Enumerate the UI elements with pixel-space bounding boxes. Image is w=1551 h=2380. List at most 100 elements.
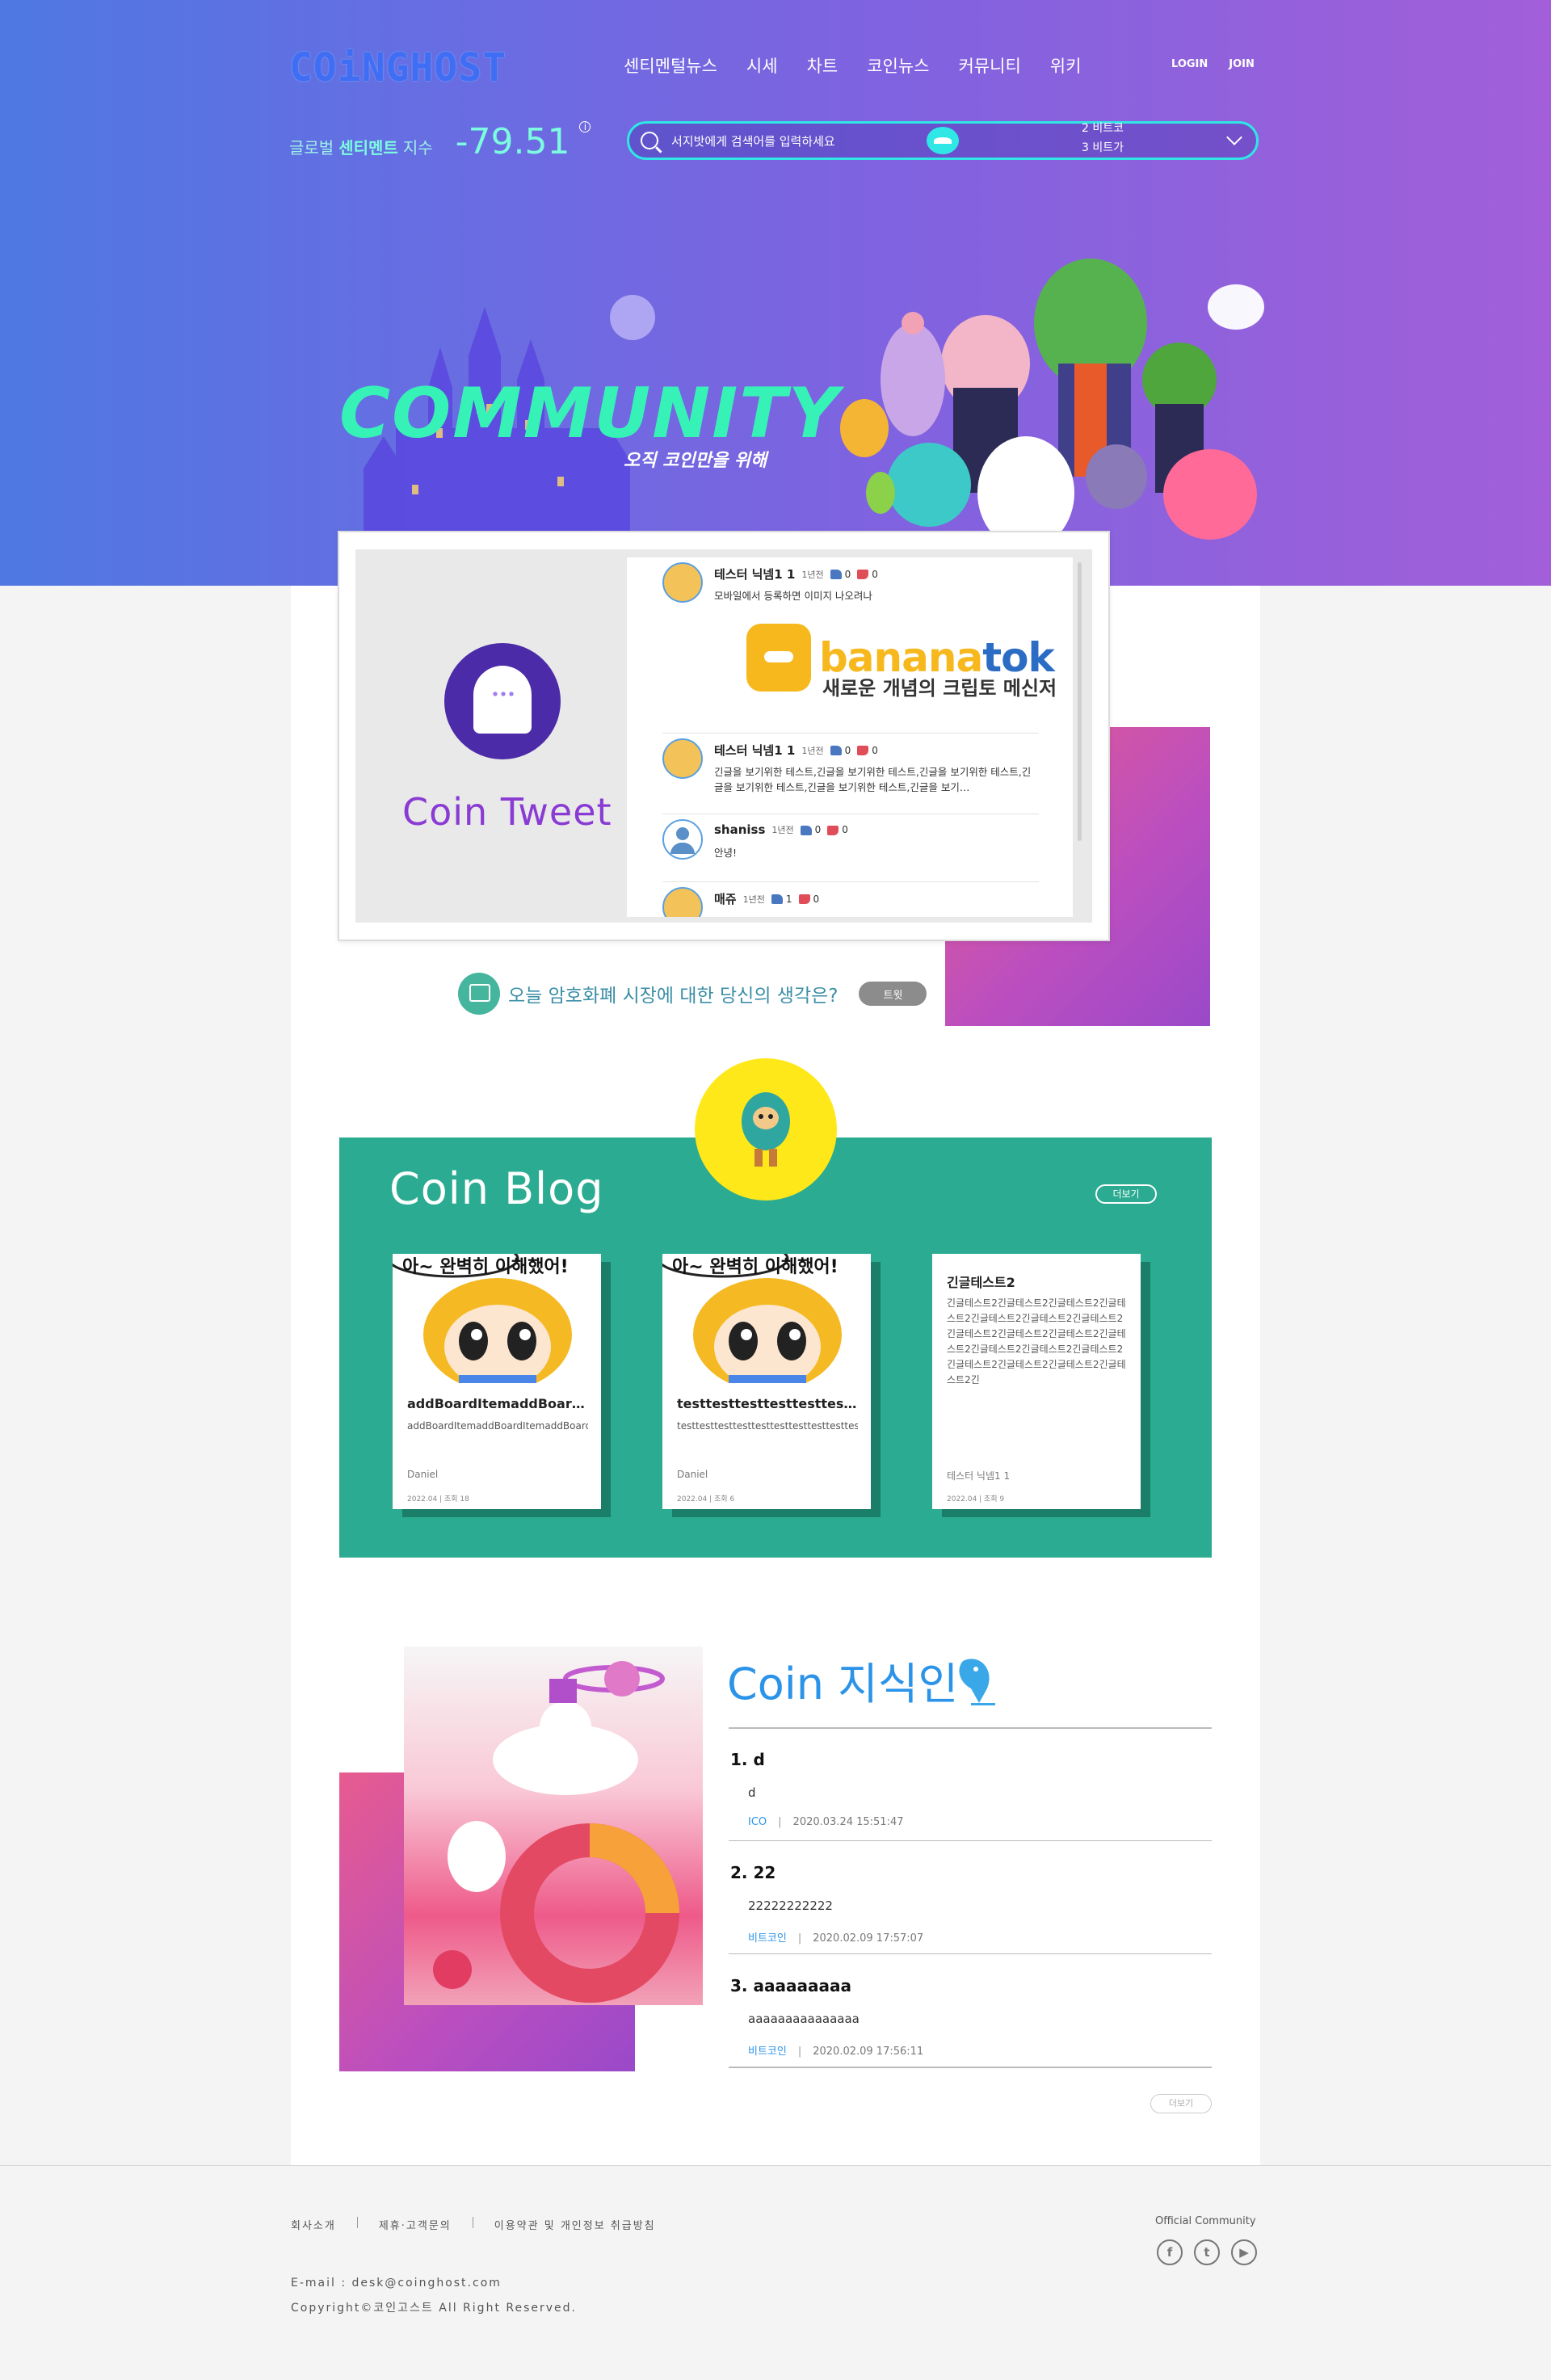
tweet-time: 1년전 xyxy=(801,745,824,756)
login-link[interactable]: LOGIN xyxy=(1171,58,1208,70)
dislike-count: 0 xyxy=(813,893,820,905)
question-category[interactable]: 비트코인 xyxy=(748,2046,787,2058)
ranking-item[interactable]: 3 비트가 xyxy=(1082,138,1195,158)
footer-link-company[interactable]: 회사소개 xyxy=(291,2217,336,2232)
dislike-button[interactable]: 0 xyxy=(798,893,820,905)
dislike-button[interactable]: 0 xyxy=(827,824,848,835)
site-logo[interactable]: COiNGHOST xyxy=(289,45,506,90)
like-button[interactable]: 1 xyxy=(771,894,792,905)
footer-links: 회사소개 제휴·고객문의 이용약관 및 개인정보 취급방침 xyxy=(291,2217,656,2232)
hero-banner xyxy=(0,0,1551,586)
like-button[interactable]: 0 xyxy=(830,745,851,756)
question-date: 2020.02.09 17:57:07 xyxy=(813,1932,924,1945)
tweet-nickname[interactable]: shaniss xyxy=(714,822,765,837)
tweet-prompt-text[interactable]: 오늘 암호화폐 시장에 대한 당신의 생각은? xyxy=(508,980,838,1007)
ghost-icon xyxy=(444,643,561,759)
avatar[interactable] xyxy=(662,738,703,779)
chevron-down-icon[interactable] xyxy=(1226,129,1242,145)
knowledge-item[interactable]: 3. aaaaaaaaa aaaaaaaaaaaaaaa 비트코인 | 2020.0… xyxy=(729,1976,1212,2067)
search-icon[interactable] xyxy=(641,132,658,149)
blog-card-image: 아~ 완벽히 이해했어! xyxy=(393,1254,601,1383)
dislike-count: 0 xyxy=(872,744,878,756)
like-count: 1 xyxy=(785,893,792,905)
avatar[interactable] xyxy=(662,562,703,603)
knowledge-item[interactable]: 1. d d ICO | 2020.03.24 15:51:47 xyxy=(729,1750,1212,1840)
ghost-logo-icon[interactable] xyxy=(927,127,959,154)
join-link[interactable]: JOIN xyxy=(1229,58,1255,70)
bananatok-image[interactable]: bananatok 새로운 개념의 크립토 메신저 xyxy=(746,624,1057,700)
tweet-nickname[interactable]: 테스터 닉넴1 1 xyxy=(714,742,795,759)
footer-link-contact[interactable]: 제휴·고객문의 xyxy=(379,2217,452,2232)
nav-sentiment-news[interactable]: 센티멘털뉴스 xyxy=(624,53,717,78)
blog-card-title[interactable]: testtesttesttesttesttestte… xyxy=(677,1396,858,1411)
blog-card-title[interactable]: 긴글테스트2 xyxy=(947,1272,1128,1291)
tweet-nickname[interactable]: 매쥬 xyxy=(714,890,737,907)
tweet-button[interactable]: 트윗 xyxy=(859,982,927,1006)
ranking-item[interactable]: 2 비트코 xyxy=(1082,119,1195,138)
question-category[interactable]: 비트코인 xyxy=(748,1932,787,1945)
tweet-feed[interactable]: 테스터 닉넴1 1 1년전 0 0 모바일에서 등록하면 이미지 나오려나 ba… xyxy=(627,557,1073,917)
answer-preview: 22222222222 xyxy=(748,1899,833,1913)
blog-card[interactable]: 긴글테스트2 긴글테스트2긴글테스트2긴글테스트2긴글테스트2긴글테스트2긴글테… xyxy=(932,1254,1141,1509)
bananatok-logo-icon xyxy=(746,624,811,692)
hero-subtitle: 오직 코인만을 위해 xyxy=(624,451,767,471)
nav-chart[interactable]: 차트 xyxy=(807,53,839,78)
auth-links: LOGIN JOIN xyxy=(1171,58,1255,70)
blog-card[interactable]: 아~ 완벽히 이해했어! addBoardItemaddBoardIte… ad… xyxy=(393,1254,601,1509)
dislike-button[interactable]: 0 xyxy=(857,569,878,580)
knowledge-more-button[interactable]: 더보기 xyxy=(1150,2094,1212,2113)
info-icon[interactable]: i xyxy=(579,121,591,132)
blog-card[interactable]: 아~ 완벽히 이해했어! testtesttesttesttesttestte…… xyxy=(662,1254,871,1509)
tweet-time: 1년전 xyxy=(771,825,794,835)
like-count: 0 xyxy=(844,568,851,580)
blog-card-desc: addBoardItemaddBoardItemaddBoardItemaddB… xyxy=(407,1420,588,1432)
thumbs-up-icon xyxy=(771,894,783,904)
blog-more-button[interactable]: 더보기 xyxy=(1095,1184,1157,1204)
facebook-icon[interactable]: f xyxy=(1157,2239,1183,2265)
avatar[interactable] xyxy=(662,887,703,917)
question-title[interactable]: 3. aaaaaaaaa xyxy=(730,1976,851,1995)
tweet-nickname[interactable]: 테스터 닉넴1 1 xyxy=(714,566,795,582)
like-count: 0 xyxy=(844,744,851,756)
knowledge-illustration xyxy=(404,1646,703,2005)
divider xyxy=(729,1840,1212,1841)
twitter-icon[interactable]: t xyxy=(1194,2239,1220,2265)
tweet-post[interactable]: 테스터 닉넴1 1 1년전 0 0 긴글을 보기위한 테스트,긴글을 보기위한 … xyxy=(662,734,1039,814)
sentiment-label-post: 지수 xyxy=(402,138,433,158)
dislike-count: 0 xyxy=(842,824,848,835)
blog-card-title[interactable]: addBoardItemaddBoardIte… xyxy=(407,1396,588,1411)
knowledge-item[interactable]: 2. 22 22222222222 비트코인 | 2020.02.09 17:57:… xyxy=(729,1863,1212,1953)
question-date: 2020.02.09 17:56:11 xyxy=(813,2046,924,2058)
tweet-post[interactable]: 매쥬 1년전 1 0 xyxy=(662,882,1039,917)
like-button[interactable]: 0 xyxy=(830,569,851,580)
like-button[interactable]: 0 xyxy=(800,824,822,835)
question-category[interactable]: ICO xyxy=(748,1816,767,1828)
youtube-icon[interactable]: ▶ xyxy=(1231,2239,1257,2265)
footer xyxy=(0,2165,1551,2380)
like-count: 0 xyxy=(814,824,822,835)
coin-tweet-title: Coin Tweet xyxy=(402,790,612,834)
blog-card-stats: 2022.04 | 조회 18 xyxy=(407,1495,469,1503)
divider xyxy=(729,1727,1212,1729)
tweet-post[interactable]: 테스터 닉넴1 1 1년전 0 0 모바일에서 등록하면 이미지 나오려나 ba… xyxy=(662,557,1057,734)
avatar[interactable] xyxy=(662,819,703,860)
search-ranking[interactable]: 2 비트코 3 비트가 xyxy=(1082,119,1195,158)
dislike-count: 0 xyxy=(872,568,878,580)
nav-community[interactable]: 커뮤니티 xyxy=(958,53,1020,78)
search-bar: 2 비트코 3 비트가 xyxy=(627,121,1259,160)
search-input[interactable] xyxy=(671,132,938,151)
nav-coin-news[interactable]: 코인뉴스 xyxy=(867,53,929,78)
main-nav: 센티멘털뉴스 시세 차트 코인뉴스 커뮤니티 위키 xyxy=(624,53,1081,78)
dislike-button[interactable]: 0 xyxy=(857,745,878,756)
tweet-feed-scrollbar[interactable] xyxy=(1078,562,1082,841)
footer-link-terms[interactable]: 이용약관 및 개인정보 취급방침 xyxy=(494,2217,656,2232)
tweet-body: 긴글을 보기위한 테스트,긴글을 보기위한 테스트,긴글을 보기위한 테스트,긴… xyxy=(714,766,1032,793)
nav-wiki[interactable]: 위키 xyxy=(1050,53,1082,78)
thumbs-down-icon xyxy=(798,894,810,904)
question-title[interactable]: 2. 22 xyxy=(730,1863,776,1882)
tweet-post[interactable]: shaniss 1년전 0 0 안녕! xyxy=(662,814,1039,882)
coin-knowledge-title: Coin 지식인 xyxy=(727,1659,959,1709)
question-title[interactable]: 1. d xyxy=(730,1750,765,1769)
nav-price[interactable]: 시세 xyxy=(746,53,778,78)
coin-blog-title: Coin Blog xyxy=(389,1163,604,1214)
